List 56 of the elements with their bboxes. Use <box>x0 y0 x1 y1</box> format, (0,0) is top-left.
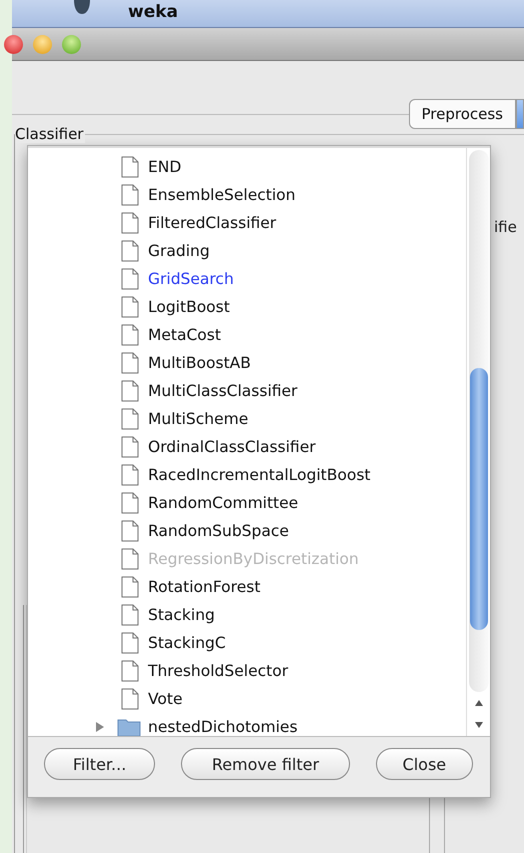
class-list-item[interactable]: nestedDichotomies <box>148 718 298 736</box>
document-icon <box>121 604 139 626</box>
minimize-icon[interactable] <box>33 34 52 54</box>
class-list-item[interactable]: LogitBoost <box>148 298 230 316</box>
document-icon <box>121 576 139 598</box>
document-icon <box>121 436 139 458</box>
class-list-item[interactable]: RandomSubSpace <box>148 522 289 540</box>
class-list-item[interactable]: ThresholdSelector <box>148 662 288 680</box>
class-list-item[interactable]: OrdinalClassClassifier <box>148 438 316 456</box>
scrollbar[interactable] <box>466 146 490 736</box>
document-icon <box>121 324 139 346</box>
popup-button[interactable]: Remove filter <box>181 748 350 780</box>
group-title: ifie <box>494 218 517 236</box>
document-icon <box>121 212 139 234</box>
document-icon <box>121 352 139 374</box>
document-icon <box>121 380 139 402</box>
class-list-item[interactable]: Grading <box>148 242 210 260</box>
close-icon[interactable] <box>4 34 23 54</box>
class-list-item[interactable]: GridSearch <box>148 270 234 288</box>
document-icon <box>121 268 139 290</box>
scroll-down-icon[interactable] <box>472 720 484 730</box>
class-list-item[interactable]: Stacking <box>148 606 215 624</box>
document-icon <box>121 688 139 710</box>
document-icon <box>121 660 139 682</box>
class-list-item[interactable]: END <box>148 158 182 176</box>
tab-edge[interactable] <box>516 99 524 129</box>
document-icon <box>121 240 139 262</box>
class-list-item[interactable]: MultiBoostAB <box>148 354 251 372</box>
document-icon <box>121 464 139 486</box>
class-list-item[interactable]: MultiScheme <box>148 410 248 428</box>
class-list-item[interactable]: FilteredClassifier <box>148 214 276 232</box>
class-list-item[interactable]: RotationForest <box>148 578 260 596</box>
class-list-item[interactable]: EnsembleSelection <box>148 186 296 204</box>
class-list-item[interactable]: RandomCommittee <box>148 494 298 512</box>
document-icon <box>121 492 139 514</box>
app-name: weka <box>128 2 178 22</box>
class-list-item[interactable]: StackingC <box>148 634 226 652</box>
tab[interactable]: Preprocess <box>408 99 516 129</box>
folder-icon <box>117 717 141 736</box>
class-list-item[interactable]: MetaCost <box>148 326 221 344</box>
expand-arrow-icon[interactable] <box>95 721 105 733</box>
class-list-item[interactable]: Vote <box>148 690 182 708</box>
scrollbar-thumb[interactable] <box>470 368 488 630</box>
document-icon <box>121 548 139 570</box>
document-icon <box>121 296 139 318</box>
popup-button[interactable]: Filter... <box>44 748 156 780</box>
popup-button[interactable]: Close <box>376 748 474 780</box>
scroll-up-icon[interactable] <box>472 698 484 708</box>
document-icon <box>121 184 139 206</box>
zoom-icon[interactable] <box>62 34 81 54</box>
document-icon <box>121 520 139 542</box>
document-icon <box>121 632 139 654</box>
class-list-item[interactable]: MultiClassClassifier <box>148 382 298 400</box>
document-icon <box>121 408 139 430</box>
class-list-item[interactable]: RacedIncrementalLogitBoost <box>148 466 370 484</box>
document-icon <box>121 156 139 178</box>
